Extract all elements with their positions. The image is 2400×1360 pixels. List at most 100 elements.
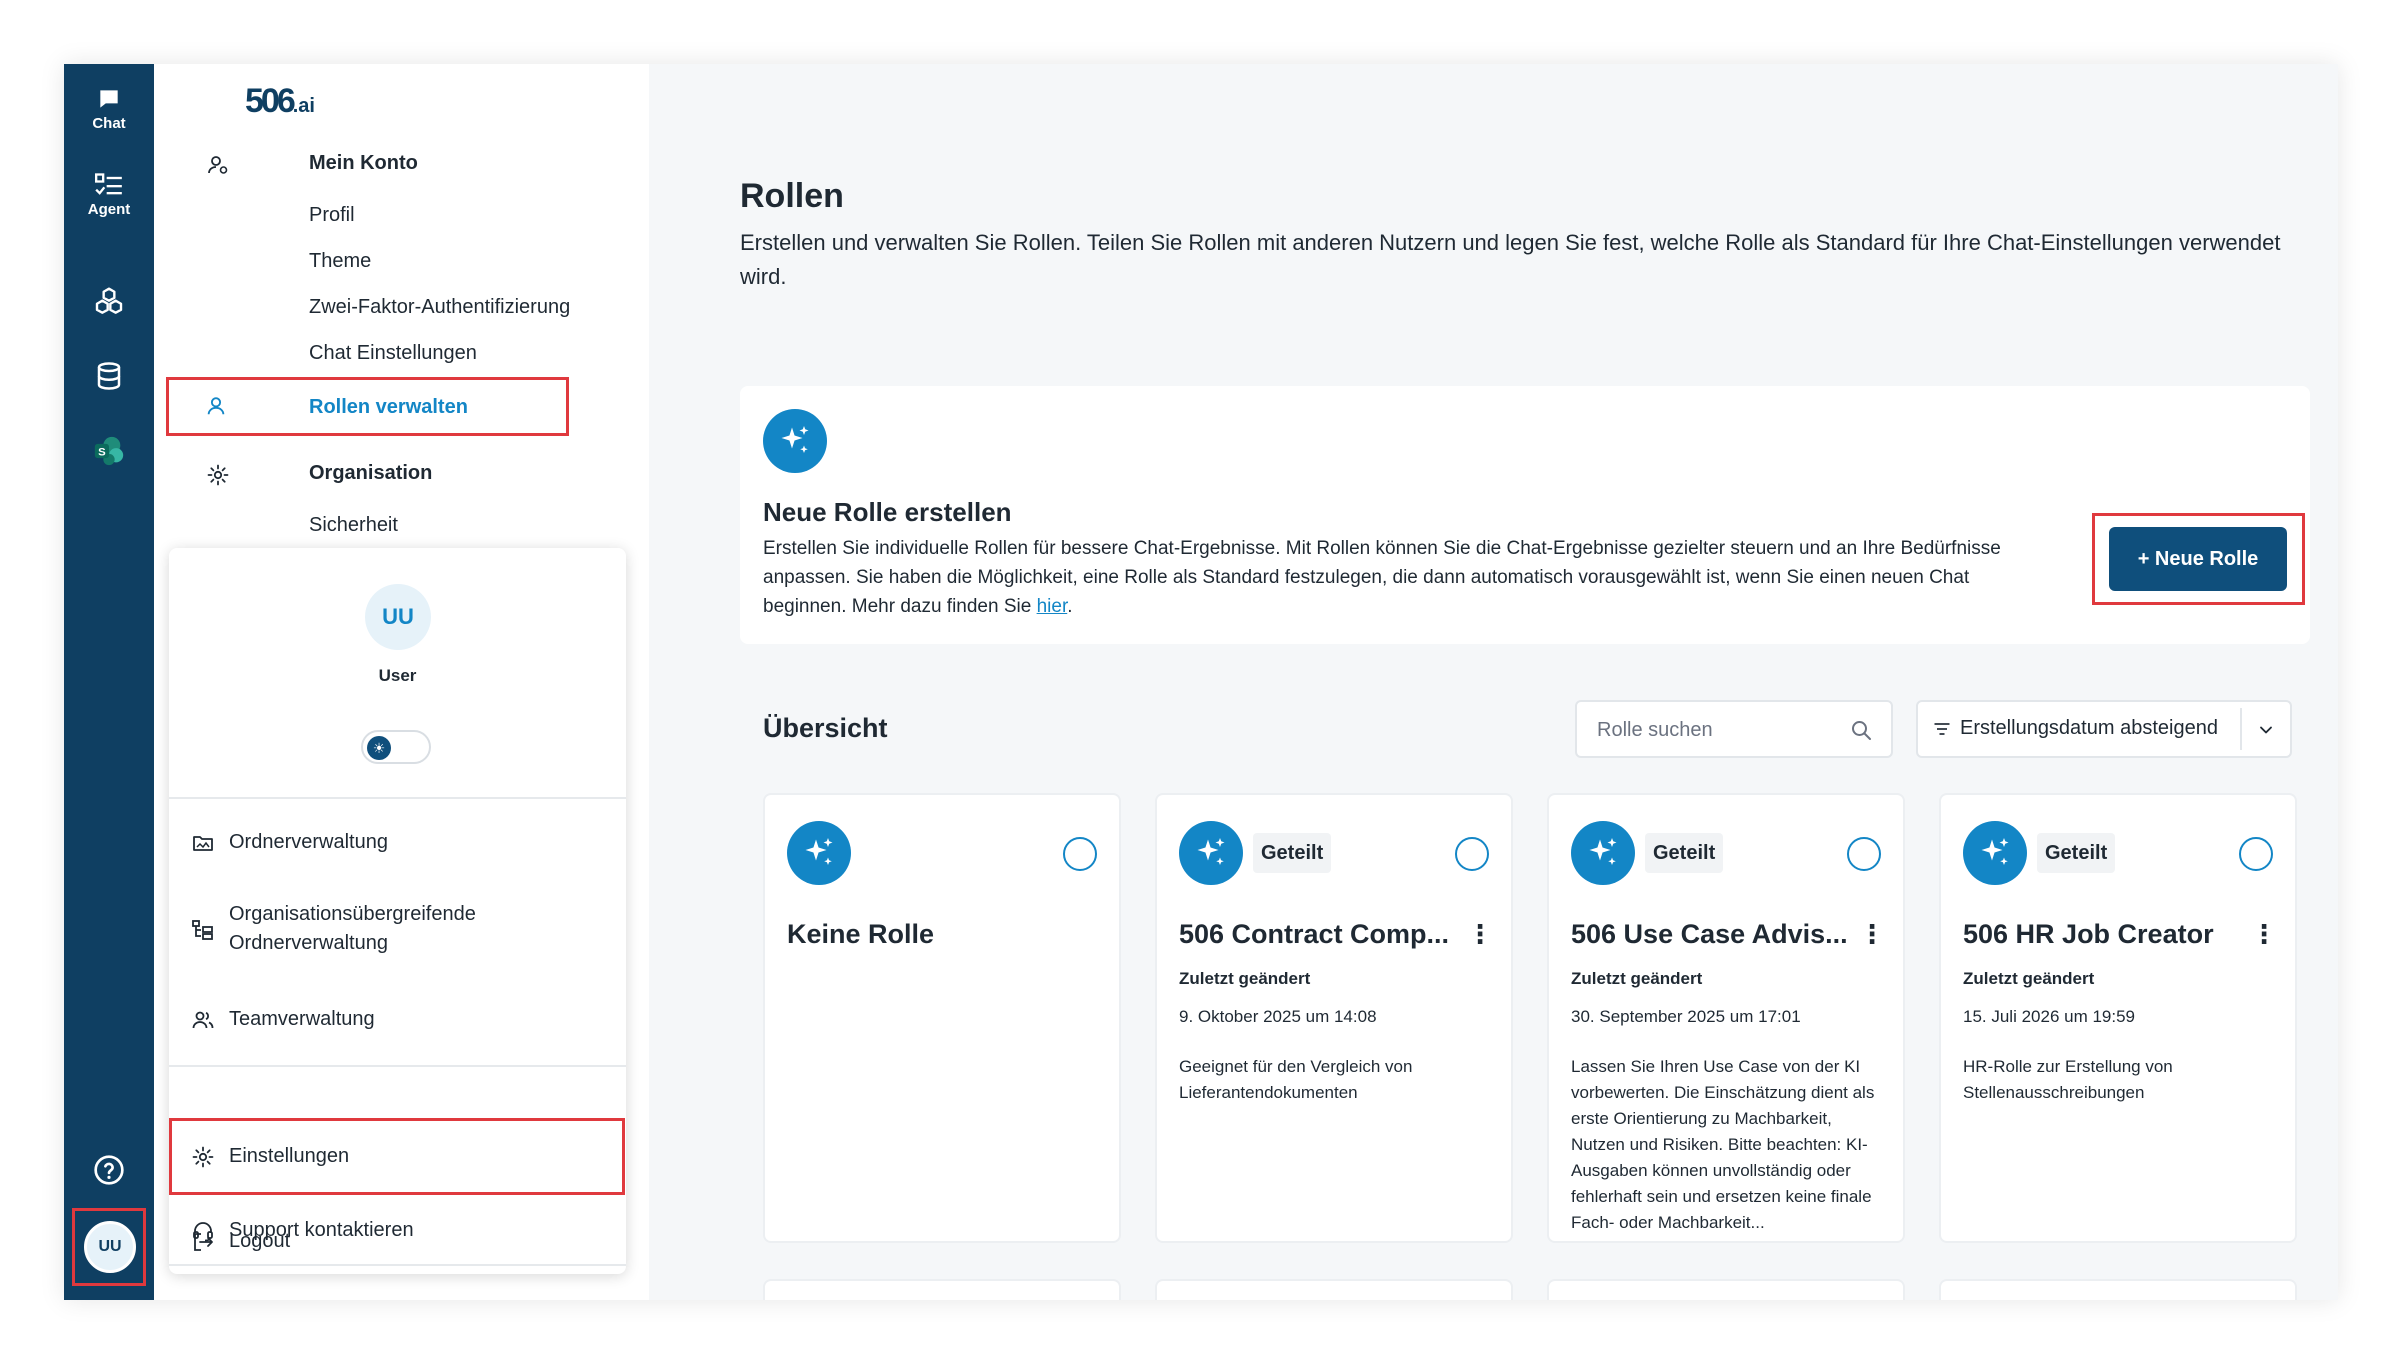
rail-chat-label: Chat bbox=[92, 115, 126, 132]
role-select-radio[interactable] bbox=[1847, 837, 1881, 871]
create-role-card: Neue Rolle erstellen Erstellen Sie indiv… bbox=[740, 386, 2310, 644]
user-icon bbox=[207, 397, 225, 415]
sort-divider bbox=[2240, 708, 2242, 750]
rail-sharepoint-button[interactable]: S bbox=[64, 434, 154, 468]
role-card[interactable]: Geteilt 506 Use Case Advis... ⋮ Zuletzt … bbox=[1547, 793, 1905, 1243]
rail-help-button[interactable] bbox=[64, 1154, 154, 1186]
theme-toggle[interactable]: ☀ bbox=[361, 730, 431, 764]
gear-icon bbox=[207, 464, 229, 486]
logo-suffix: .ai bbox=[292, 95, 315, 117]
new-role-button[interactable]: + Neue Rolle bbox=[2109, 527, 2287, 591]
role-select-radio[interactable] bbox=[1063, 837, 1097, 871]
menu-logout-label: Logout bbox=[229, 1230, 291, 1252]
role-card[interactable]: Keine Rolle bbox=[763, 793, 1121, 1243]
checklist-icon bbox=[95, 173, 122, 195]
filter-lines-icon bbox=[1934, 723, 1950, 735]
role-card-peek[interactable] bbox=[763, 1279, 1121, 1300]
app-window: Chat Agent S UU 506.ai Mein Konto Profil… bbox=[64, 64, 2338, 1300]
new-role-highlight: + Neue Rolle bbox=[2092, 513, 2305, 605]
sort-select-value: Erstellungsdatum absteigend bbox=[1960, 717, 2218, 739]
rail-agent-button[interactable]: Agent bbox=[64, 172, 154, 218]
rail-database-button[interactable] bbox=[64, 360, 154, 392]
create-role-description: Erstellen Sie individuelle Rollen für be… bbox=[763, 534, 2023, 621]
sparkle-icon bbox=[1179, 821, 1243, 885]
sparkle-icon bbox=[787, 821, 851, 885]
shared-badge: Geteilt bbox=[1645, 833, 1724, 873]
chat-bubble-icon bbox=[100, 90, 118, 108]
changed-date: 15. Juli 2026 um 19:59 bbox=[1963, 1007, 2136, 1026]
role-card-peek[interactable] bbox=[1155, 1279, 1513, 1300]
sharepoint-icon: S bbox=[94, 436, 124, 466]
main-content: Rollen Erstellen und verwalten Sie Rolle… bbox=[649, 64, 2338, 1300]
menu-teamverwaltung-label: Teamverwaltung bbox=[229, 1008, 375, 1030]
nav-rollen-verwalten-label: Rollen verwalten bbox=[309, 396, 468, 418]
nav-organisation-label: Organisation bbox=[309, 462, 433, 484]
menu-ordnerverwaltung-label: Ordnerverwaltung bbox=[229, 831, 388, 853]
role-select-radio[interactable] bbox=[2239, 837, 2273, 871]
icon-rail: Chat Agent S UU bbox=[64, 64, 154, 1300]
nav-item-theme[interactable]: Theme bbox=[309, 250, 371, 273]
kebab-menu-icon[interactable]: ⋮ bbox=[1467, 921, 1493, 947]
nav-item-sicherheit[interactable]: Sicherheit bbox=[309, 514, 398, 537]
search-icon[interactable] bbox=[1849, 718, 1873, 742]
page-description: Erstellen und verwalten Sie Rollen. Teil… bbox=[740, 230, 2281, 289]
menu-item-logout[interactable]: Logout bbox=[169, 1227, 626, 1257]
menu-item-einstellungen[interactable]: Einstellungen bbox=[169, 1142, 626, 1172]
nav-item-profil[interactable]: Profil bbox=[309, 204, 355, 227]
menu-item-ordnerverwaltung[interactable]: Ordnerverwaltung bbox=[169, 828, 626, 858]
account-popover: UU User ☀ Ordnerverwaltung Organisations… bbox=[169, 548, 626, 1274]
role-description: HR-Rolle zur Erstellung von Stellenaussc… bbox=[1963, 1057, 2173, 1102]
folder-image-icon bbox=[193, 836, 213, 851]
nav-mein-konto-label: Mein Konto bbox=[309, 152, 418, 174]
create-role-title: Neue Rolle erstellen bbox=[763, 497, 1012, 527]
changed-label: Zuletzt geändert bbox=[1571, 969, 1703, 988]
role-card-peek[interactable] bbox=[1547, 1279, 1905, 1300]
nav-item-chat-einstellungen[interactable]: Chat Einstellungen bbox=[309, 342, 477, 365]
changed-label: Zuletzt geändert bbox=[1179, 969, 1311, 988]
more-info-link[interactable]: hier bbox=[1037, 596, 1068, 617]
sparkle-icon bbox=[763, 409, 827, 473]
kebab-menu-icon[interactable]: ⋮ bbox=[2251, 921, 2277, 947]
chevron-down-icon[interactable] bbox=[2256, 720, 2276, 740]
role-description: Geeignet für den Vergleich von Lieferant… bbox=[1179, 1057, 1413, 1102]
role-card[interactable]: Geteilt 506 Contract Comp... ⋮ Zuletzt g… bbox=[1155, 793, 1513, 1243]
menu-item-org-ordnerverwaltung[interactable]: Organisationsübergreifende Ordnerverwalt… bbox=[169, 900, 626, 960]
help-circle-icon bbox=[94, 1155, 124, 1185]
menu-einstellungen-label: Einstellungen bbox=[229, 1145, 350, 1167]
role-card[interactable]: Geteilt 506 HR Job Creator ⋮ Zuletzt geä… bbox=[1939, 793, 2297, 1243]
nav-item-zwei-faktor[interactable]: Zwei-Faktor-Authentifizierung bbox=[309, 296, 570, 319]
role-name: 506 Contract Comp... bbox=[1179, 919, 1450, 949]
role-name: Keine Rolle bbox=[787, 919, 935, 949]
rail-chat-button[interactable]: Chat bbox=[64, 86, 154, 132]
popover-user-name: User bbox=[378, 666, 417, 685]
role-name: 506 HR Job Creator bbox=[1963, 919, 2214, 949]
svg-text:S: S bbox=[98, 446, 106, 458]
overview-title: Übersicht bbox=[763, 713, 888, 743]
sparkle-icon bbox=[1963, 821, 2027, 885]
role-select-radio[interactable] bbox=[1455, 837, 1489, 871]
nav-group-organisation: Organisation bbox=[154, 460, 649, 490]
kebab-menu-icon[interactable]: ⋮ bbox=[1859, 921, 1885, 947]
logo-main: 506 bbox=[245, 82, 296, 120]
rail-avatar[interactable]: UU bbox=[84, 1221, 136, 1273]
brand-logo: 506.ai bbox=[245, 82, 315, 121]
menu-item-teamverwaltung[interactable]: Teamverwaltung bbox=[169, 1005, 626, 1035]
folder-tree-icon bbox=[192, 920, 213, 940]
database-icon bbox=[97, 362, 121, 390]
sun-icon: ☀ bbox=[367, 736, 391, 760]
role-search bbox=[1575, 700, 1893, 758]
rail-agent-label: Agent bbox=[87, 201, 131, 218]
gear-icon bbox=[192, 1146, 214, 1168]
menu-org-ordner-line1: Organisationsübergreifende bbox=[229, 903, 476, 925]
changed-date: 30. September 2025 um 17:01 bbox=[1571, 1007, 1801, 1026]
rail-avatar-highlight: UU bbox=[72, 1208, 146, 1286]
rail-integrations-button[interactable] bbox=[64, 286, 154, 318]
user-gear-icon bbox=[208, 156, 228, 174]
nav-item-rollen-verwalten[interactable]: Rollen verwalten bbox=[166, 377, 569, 436]
role-search-input[interactable] bbox=[1597, 716, 1837, 744]
role-card-peek[interactable] bbox=[1939, 1279, 2297, 1300]
create-role-description-text: Erstellen Sie individuelle Rollen für be… bbox=[763, 538, 2001, 617]
popover-avatar: UU bbox=[365, 584, 431, 650]
sort-select[interactable]: Erstellungsdatum absteigend bbox=[1916, 700, 2292, 758]
create-role-description-end: . bbox=[1067, 596, 1073, 617]
